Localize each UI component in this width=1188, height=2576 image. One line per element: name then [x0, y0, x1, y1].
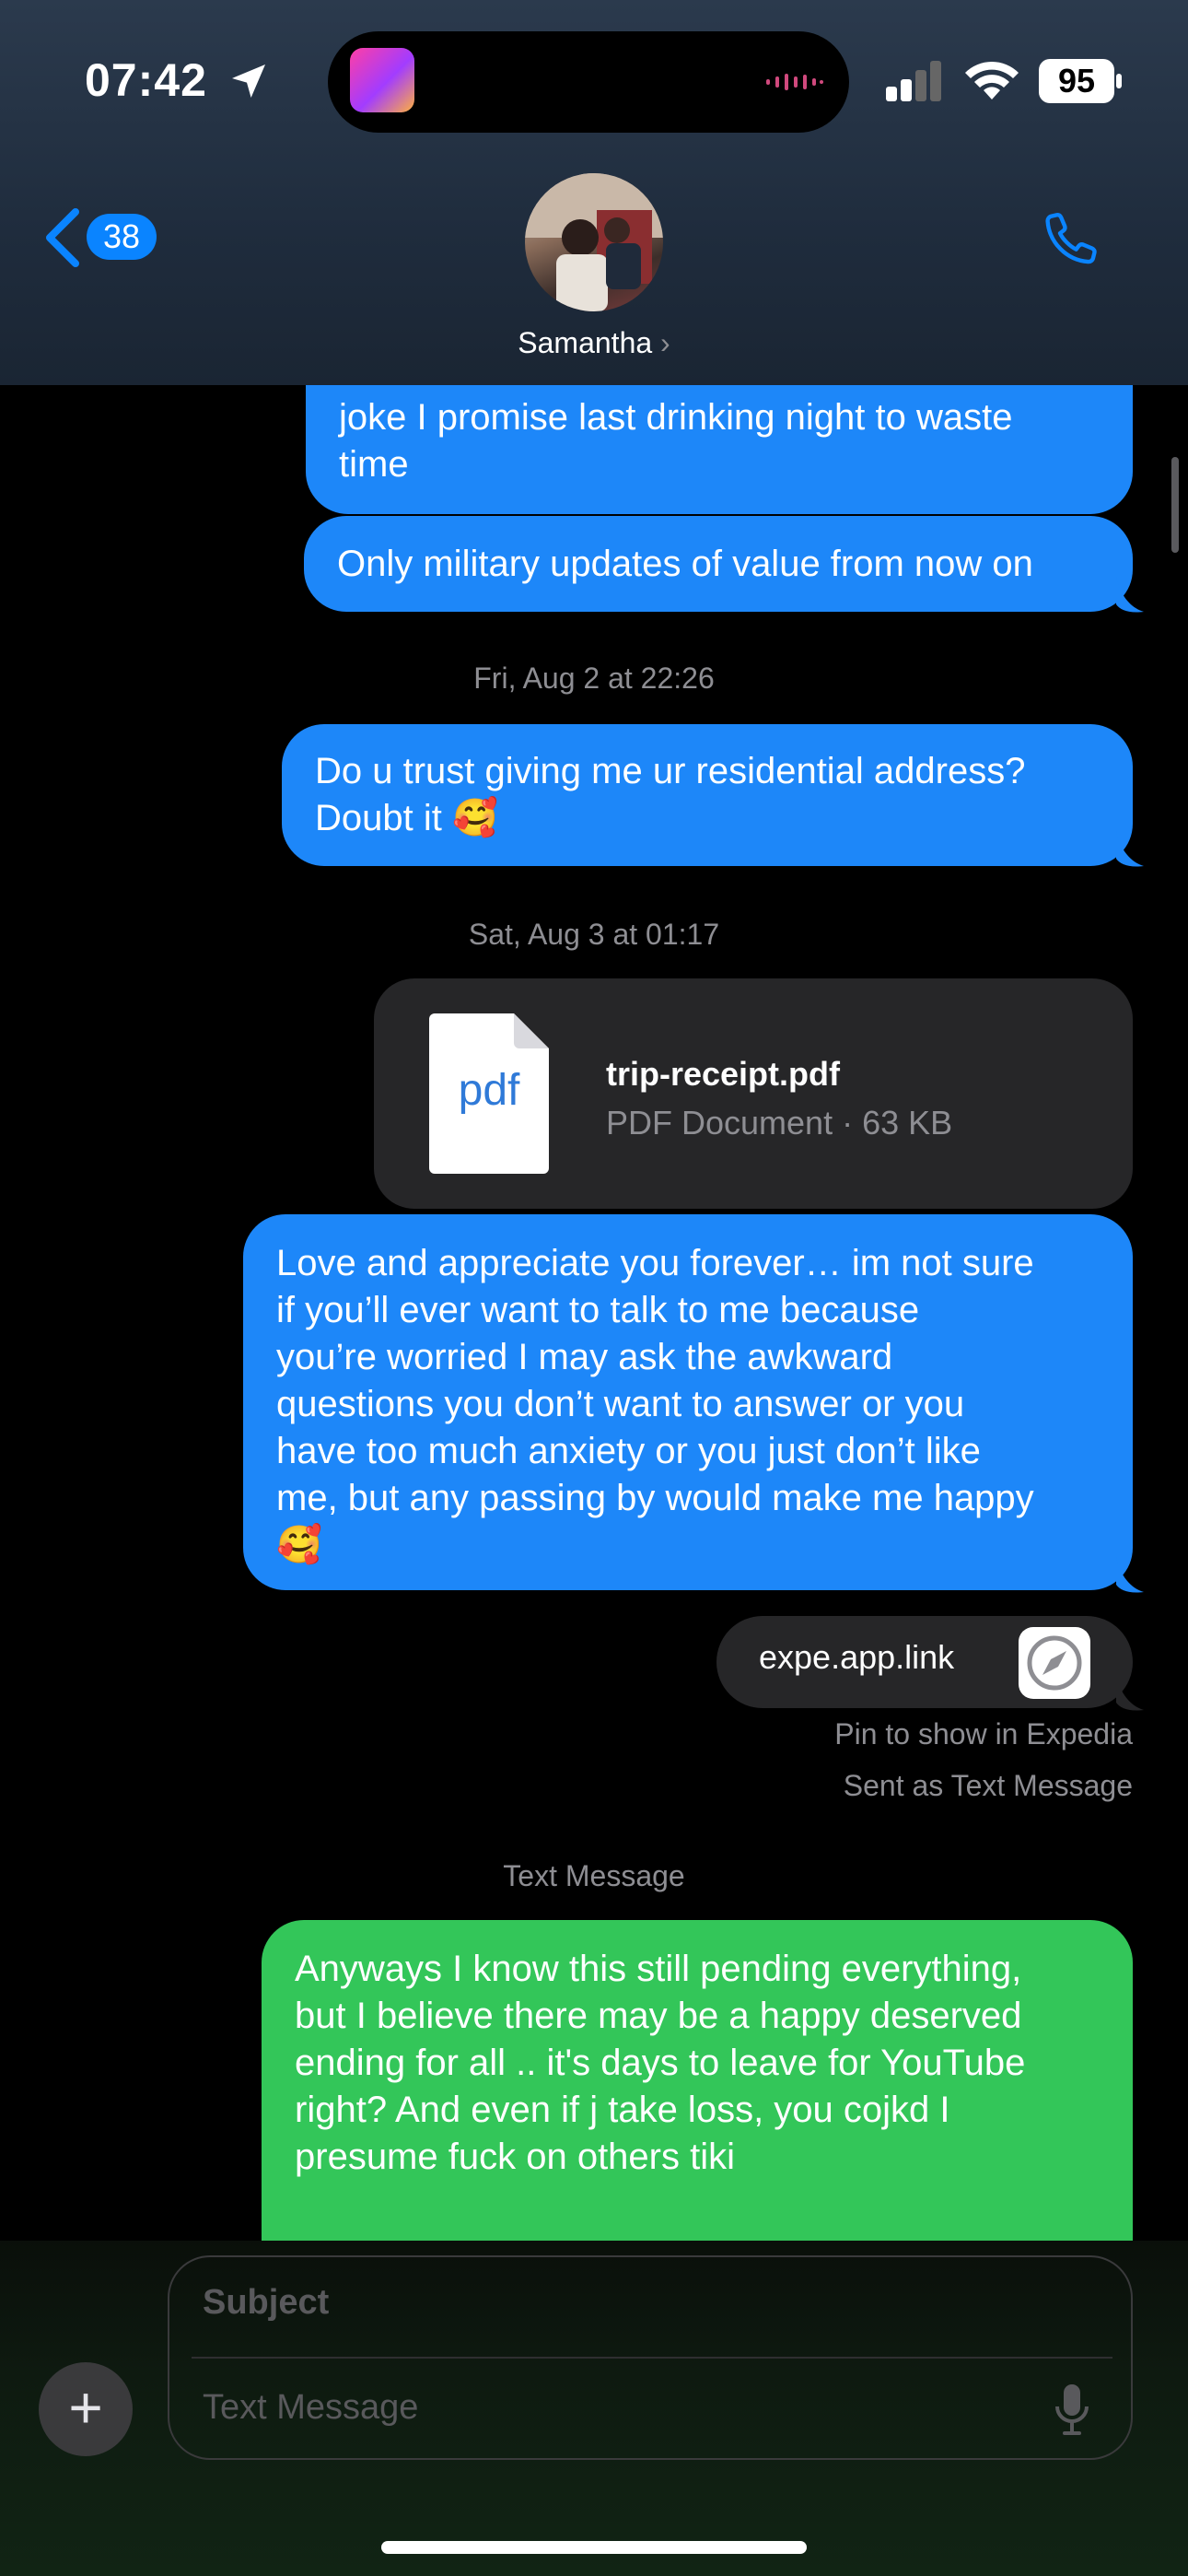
message-text: questions you don’t want to answer or yo… [276, 1384, 965, 1424]
attachment-filename: trip-receipt.pdf [606, 1055, 841, 1093]
message-text: have too much anxiety or you just don’t … [276, 1431, 981, 1471]
bubble-tail [1116, 1557, 1144, 1593]
wifi-icon [965, 61, 1019, 100]
chevron-right-icon: › [660, 326, 670, 359]
message-text: right? And even if j take loss, you cojk… [295, 2090, 950, 2130]
timestamp: Sat, Aug 3 at 01:17 [468, 918, 720, 951]
message-input[interactable]: Text Message [203, 2388, 418, 2428]
add-attachment-button[interactable]: + [39, 2362, 133, 2456]
status-time: 07:42 [85, 54, 207, 106]
scrollbar[interactable] [1171, 457, 1179, 553]
message-text: you’re worried I may ask the awkward [276, 1337, 893, 1377]
bubble-tail [1116, 577, 1144, 613]
bubble-tail [1116, 831, 1144, 867]
unread-count-badge[interactable]: 38 [87, 214, 157, 260]
message-text: if you’ll ever want to talk to me becaus… [276, 1290, 920, 1330]
battery-icon: 95 [1039, 59, 1124, 103]
bubble-tail [1116, 1675, 1144, 1711]
message-text: ending for all .. it's days to leave for… [295, 2043, 1026, 2083]
phone-icon[interactable] [1039, 206, 1103, 271]
message-bubble-outgoing[interactable]: Only military updates of value from now … [304, 516, 1133, 612]
pdf-icon-label: pdf [458, 1066, 520, 1115]
attachment-meta: PDF Document · 63 KB [606, 1104, 953, 1142]
message-text: presume fuck on others tiki [295, 2137, 735, 2177]
message-bubble-outgoing[interactable]: Do u trust giving me ur residential addr… [282, 724, 1133, 866]
message-text: joke I promise last drinking night to wa… [339, 397, 1013, 438]
message-text: Anyways I know this still pending everyt… [295, 1949, 1022, 1989]
now-playing-app-icon [350, 48, 414, 112]
link-url[interactable]: expe.app.link [759, 1638, 954, 1677]
plus-icon: + [68, 2374, 103, 2441]
back-chevron-icon[interactable] [42, 208, 83, 267]
contact-avatar[interactable] [525, 173, 663, 311]
composer-divider [192, 2357, 1112, 2359]
timestamp: Fri, Aug 2 at 22:26 [473, 662, 715, 695]
service-label: Text Message [503, 1859, 685, 1892]
contact-name-label: Samantha [518, 326, 653, 359]
message-text: but I believe there may be a happy deser… [295, 1996, 1022, 2036]
signal-icon [886, 61, 941, 101]
safari-compass-icon [1019, 1627, 1090, 1699]
audio-waveform-icon [766, 74, 823, 90]
message-text: Only military updates of value from now … [337, 544, 1033, 584]
message-text: 🥰 [276, 1525, 322, 1565]
microphone-icon[interactable] [1050, 2381, 1094, 2440]
message-text: Do u trust giving me ur residential addr… [315, 751, 1026, 791]
pin-note: Pin to show in Expedia [834, 1717, 1133, 1751]
contact-name[interactable]: Samantha › [0, 326, 1188, 360]
battery-level: 95 [1039, 59, 1114, 103]
message-bubble-outgoing[interactable]: Love and appreciate you forever… im not … [243, 1214, 1133, 1590]
message-text: Doubt it 🥰 [315, 798, 498, 838]
message-text: Love and appreciate you forever… im not … [276, 1243, 1034, 1283]
subject-field[interactable]: Subject [203, 2283, 329, 2323]
navigation-header: 07:42 95 38 Samantha › [0, 0, 1188, 385]
message-text: me, but any passing by would make me hap… [276, 1478, 1034, 1518]
location-arrow-icon [232, 64, 265, 98]
sent-as-note: Sent as Text Message [843, 1769, 1133, 1802]
home-indicator[interactable] [381, 2541, 807, 2554]
message-text: time [339, 444, 409, 485]
